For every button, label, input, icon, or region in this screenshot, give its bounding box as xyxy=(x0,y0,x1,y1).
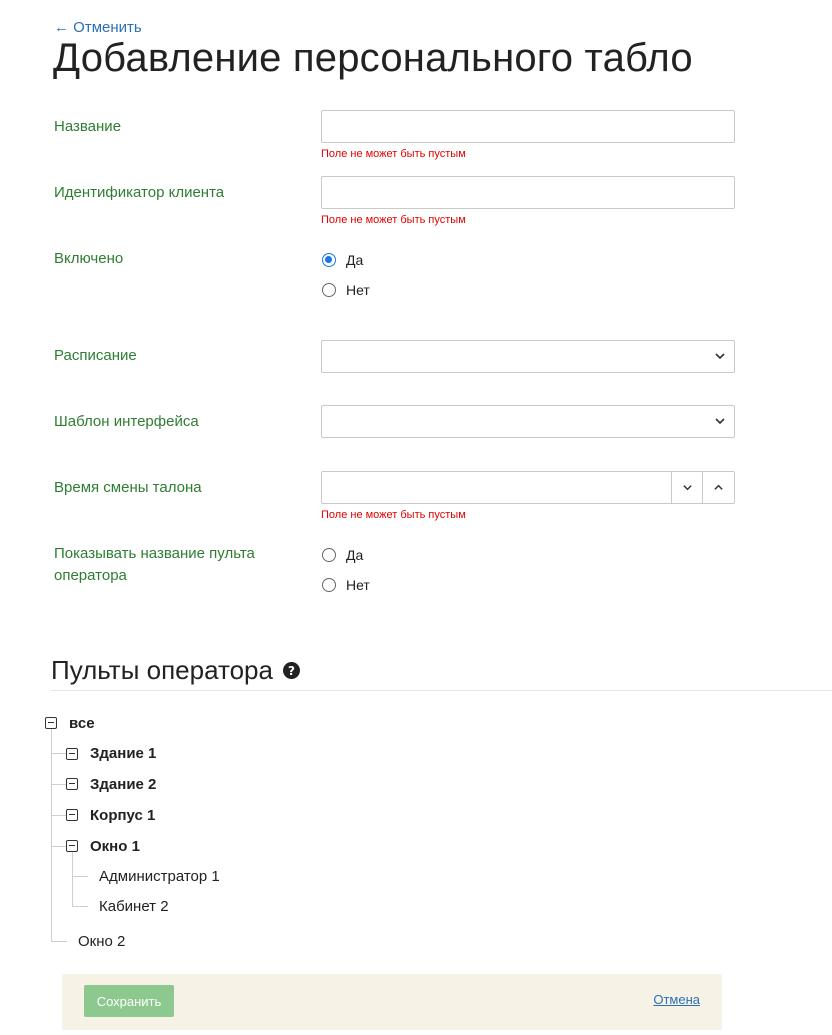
tree-line xyxy=(51,846,66,847)
schedule-label: Расписание xyxy=(54,347,137,364)
tree-node[interactable]: Окно 1 xyxy=(90,838,140,855)
tree-line xyxy=(51,784,66,785)
page-title: Добавление персонального табло xyxy=(53,36,693,80)
section-divider xyxy=(51,690,832,691)
collapse-icon[interactable] xyxy=(66,809,78,821)
consoles-section-title: Пульты оператора ? xyxy=(51,655,300,686)
enabled-no-option[interactable]: Нет xyxy=(322,282,370,298)
ticket-time-label: Время смены талона xyxy=(54,479,202,496)
tree-line xyxy=(51,815,66,816)
name-input[interactable] xyxy=(321,110,735,143)
help-icon[interactable]: ? xyxy=(282,662,300,679)
ticket-time-stepper[interactable] xyxy=(321,471,735,504)
enabled-no-label: Нет xyxy=(346,282,370,298)
cancel-link[interactable]: Отмена xyxy=(653,992,700,1007)
ui-template-label: Шаблон интерфейса xyxy=(54,413,199,430)
collapse-icon[interactable] xyxy=(45,717,57,729)
enabled-yes-radio[interactable] xyxy=(322,253,336,267)
enabled-no-radio[interactable] xyxy=(322,283,336,297)
chevron-down-icon xyxy=(715,353,725,360)
show-console-no-label: Нет xyxy=(346,577,370,593)
client-id-input[interactable] xyxy=(321,176,735,209)
tree-leaf[interactable]: Администратор 1 xyxy=(99,868,220,885)
enabled-label: Включено xyxy=(54,250,124,267)
tree-leaf[interactable]: Кабинет 2 xyxy=(99,898,169,915)
tree-node-root[interactable]: все xyxy=(69,715,95,732)
form-footer: Сохранить Отмена xyxy=(62,974,722,1030)
show-console-no-radio[interactable] xyxy=(322,578,336,592)
show-console-name-label: Показывать название пульта оператора xyxy=(54,545,255,584)
tree-line xyxy=(51,753,66,754)
consoles-title: Пульты оператора xyxy=(51,655,273,685)
ui-template-select[interactable] xyxy=(321,405,735,438)
tree-line xyxy=(72,906,88,907)
show-console-yes-radio[interactable] xyxy=(322,548,336,562)
show-console-yes-label: Да xyxy=(346,547,364,563)
name-label: Название xyxy=(54,118,122,135)
decrement-button[interactable] xyxy=(671,472,703,503)
chevron-down-icon xyxy=(683,485,692,491)
collapse-icon[interactable] xyxy=(66,840,78,852)
collapse-icon[interactable] xyxy=(66,748,78,760)
increment-button[interactable] xyxy=(702,472,734,503)
ticket-time-error: Поле не может быть пустым xyxy=(321,509,466,521)
collapse-icon[interactable] xyxy=(66,778,78,790)
tree-line xyxy=(72,876,88,877)
tree-node[interactable]: Здание 1 xyxy=(90,745,156,762)
chevron-up-icon xyxy=(714,484,723,490)
name-error: Поле не может быть пустым xyxy=(321,148,466,160)
schedule-select[interactable] xyxy=(321,340,735,373)
save-button[interactable]: Сохранить xyxy=(84,985,174,1017)
enabled-yes-label: Да xyxy=(346,252,364,268)
cancel-back-link[interactable]: ← Отменить xyxy=(54,19,142,36)
client-id-label: Идентификатор клиента xyxy=(54,184,225,201)
enabled-yes-option[interactable]: Да xyxy=(322,252,363,268)
tree-leaf[interactable]: Окно 2 xyxy=(78,933,125,950)
tree-node[interactable]: Корпус 1 xyxy=(90,807,155,824)
client-id-error: Поле не может быть пустым xyxy=(321,214,466,226)
tree-line xyxy=(51,729,52,941)
show-console-no-option[interactable]: Нет xyxy=(322,577,370,593)
chevron-down-icon xyxy=(715,418,725,425)
show-console-yes-option[interactable]: Да xyxy=(322,547,363,563)
tree-node[interactable]: Здание 2 xyxy=(90,776,156,793)
tree-line xyxy=(72,852,73,907)
tree-line xyxy=(51,941,67,942)
